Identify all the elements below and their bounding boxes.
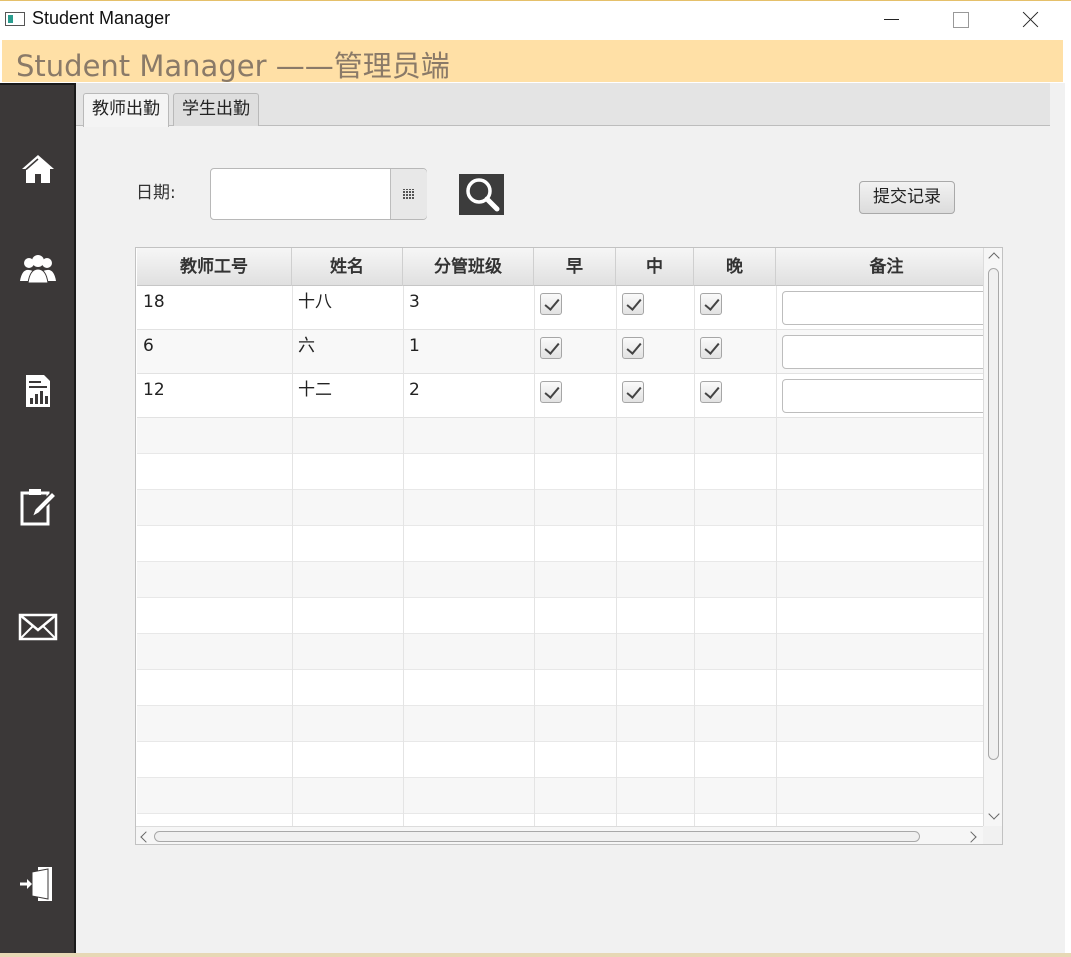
table-row[interactable]: 6 六 1 (137, 330, 992, 374)
attendance-table: 教师工号 姓名 分管班级 早 中 晚 备注 18 十八 3 6 六 1 12 十… (135, 247, 1003, 845)
cell-class: 1 (409, 336, 420, 356)
report-icon[interactable] (18, 371, 58, 411)
calendar-icon (403, 189, 415, 199)
search-button[interactable] (459, 174, 504, 215)
column-header-class[interactable]: 分管班级 (403, 248, 534, 286)
table-row[interactable]: 12 十二 2 (137, 374, 992, 418)
main-content: 教师出勤 学生出勤 日期: 提交记录 教师工号 姓名 分管班级 早 中 晚 备注… (76, 83, 1065, 957)
date-label: 日期: (136, 183, 176, 203)
remark-input[interactable] (782, 379, 992, 413)
cell-name: 六 (298, 336, 315, 356)
column-header-evening[interactable]: 晚 (694, 248, 776, 286)
app-window: Student Manager Student Manager ——管理员端 教… (0, 0, 1071, 957)
calendar-button[interactable] (390, 169, 427, 219)
date-picker[interactable] (210, 168, 427, 220)
app-icon (5, 12, 25, 26)
search-icon (466, 178, 500, 212)
empty-row (137, 418, 983, 454)
tab-teacher-attendance[interactable]: 教师出勤 (83, 93, 169, 127)
close-button[interactable] (1008, 1, 1054, 37)
title-bar: Student Manager (0, 1, 1071, 37)
morning-checkbox[interactable] (540, 337, 562, 359)
scroll-left-arrow-icon[interactable] (140, 831, 152, 843)
cell-teacher-id: 12 (143, 380, 165, 400)
empty-row (137, 706, 983, 742)
column-header-name[interactable]: 姓名 (292, 248, 403, 286)
cell-name: 十二 (298, 380, 332, 400)
minimize-button[interactable] (868, 1, 914, 37)
horizontal-scroll-thumb[interactable] (154, 831, 920, 842)
tab-bar: 教师出勤 学生出勤 (76, 83, 1050, 127)
cell-class: 2 (409, 380, 420, 400)
scroll-down-arrow-icon[interactable] (988, 808, 1000, 820)
noon-checkbox[interactable] (622, 337, 644, 359)
evening-checkbox[interactable] (700, 337, 722, 359)
table-row[interactable]: 18 十八 3 (137, 286, 992, 330)
header-banner: Student Manager ——管理员端 (2, 40, 1063, 83)
evening-checkbox[interactable] (700, 293, 722, 315)
column-divider (694, 286, 695, 826)
empty-row (137, 778, 983, 814)
evening-checkbox[interactable] (700, 381, 722, 403)
table-header: 教师工号 姓名 分管班级 早 中 晚 备注 (137, 248, 998, 286)
column-divider (292, 286, 293, 826)
remark-input[interactable] (782, 291, 992, 325)
noon-checkbox[interactable] (622, 381, 644, 403)
noon-checkbox[interactable] (622, 293, 644, 315)
column-divider (534, 286, 535, 826)
morning-checkbox[interactable] (540, 293, 562, 315)
vertical-scroll-thumb[interactable] (988, 268, 999, 760)
empty-row (137, 742, 983, 778)
column-header-morning[interactable]: 早 (534, 248, 616, 286)
window-title: Student Manager (32, 8, 171, 28)
column-header-remark[interactable]: 备注 (776, 248, 998, 286)
remark-input[interactable] (782, 335, 992, 369)
column-divider (616, 286, 617, 826)
column-header-teacher-id[interactable]: 教师工号 (137, 248, 292, 286)
mail-icon[interactable] (18, 607, 58, 647)
cell-class: 3 (409, 292, 420, 312)
empty-row (137, 490, 983, 526)
scroll-up-arrow-icon[interactable] (988, 252, 1000, 264)
scrollbar-corner (983, 826, 1002, 844)
edit-icon[interactable] (18, 487, 58, 527)
maximize-button[interactable] (937, 1, 983, 37)
empty-row (137, 526, 983, 562)
tab-student-attendance[interactable]: 学生出勤 (173, 93, 259, 126)
scroll-right-arrow-icon[interactable] (965, 831, 977, 843)
empty-row (137, 670, 983, 706)
empty-row (137, 562, 983, 598)
submit-record-button[interactable]: 提交记录 (859, 181, 955, 214)
banner-title: Student Manager ——管理员端 (16, 49, 450, 83)
home-icon[interactable] (18, 149, 58, 189)
bottom-edge (0, 953, 1071, 957)
cell-teacher-id: 6 (143, 336, 154, 356)
column-divider (776, 286, 777, 826)
users-icon[interactable] (18, 249, 58, 289)
empty-row (137, 598, 983, 634)
cell-teacher-id: 18 (143, 292, 165, 312)
column-divider (403, 286, 404, 826)
empty-row (137, 634, 983, 670)
column-header-noon[interactable]: 中 (616, 248, 694, 286)
vertical-scrollbar[interactable] (983, 248, 1002, 826)
horizontal-scrollbar[interactable] (136, 826, 983, 844)
empty-row (137, 454, 983, 490)
logout-icon[interactable] (18, 865, 58, 905)
cell-name: 十八 (298, 292, 332, 312)
morning-checkbox[interactable] (540, 381, 562, 403)
sidebar (0, 83, 76, 957)
